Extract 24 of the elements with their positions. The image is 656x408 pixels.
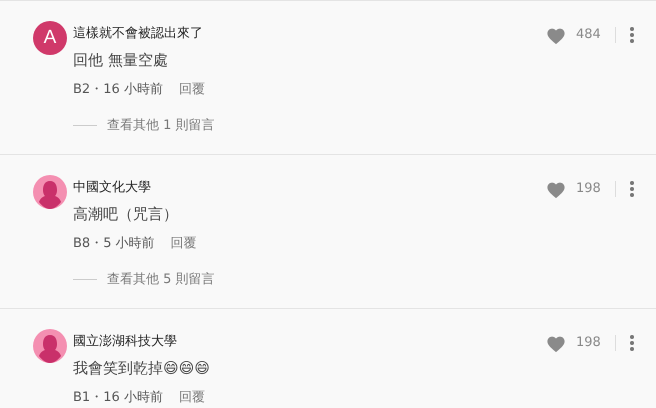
author-name: 這樣就不會被認出來了 [73,25,204,42]
comment-text: 回他 無量空處 [73,51,169,70]
heart-icon[interactable] [546,335,566,353]
reply-link[interactable]: 回覆 [178,388,205,406]
comment-text: 高潮吧（咒言） [73,205,179,224]
comment-meta: B2・16 小時前 [73,81,163,98]
comment-meta: B1・16 小時前 [73,389,163,406]
more-options-icon[interactable] [630,27,634,43]
author-name: 中國文化大學 [73,179,152,196]
more-options-icon[interactable] [630,181,634,197]
author-name: 國立澎湖科技大學 [73,333,178,350]
reply-link[interactable]: 回覆 [178,80,205,98]
heart-icon[interactable] [546,181,566,199]
more-replies-link[interactable]: 查看其他 5 則留言 [73,270,215,288]
comment-meta: B8・5 小時前 [73,235,155,252]
heart-icon[interactable] [546,27,566,45]
more-replies-link[interactable]: 查看其他 1 則留言 [73,116,215,134]
avatar: A [33,21,67,55]
reply-link[interactable]: 回覆 [170,234,197,252]
like-count: 484 [576,27,601,42]
comment-text: 我會笑到乾掉😄😄😄 [73,359,211,378]
more-options-icon[interactable] [630,335,634,351]
like-count: 198 [576,335,601,350]
like-count: 198 [576,181,601,196]
